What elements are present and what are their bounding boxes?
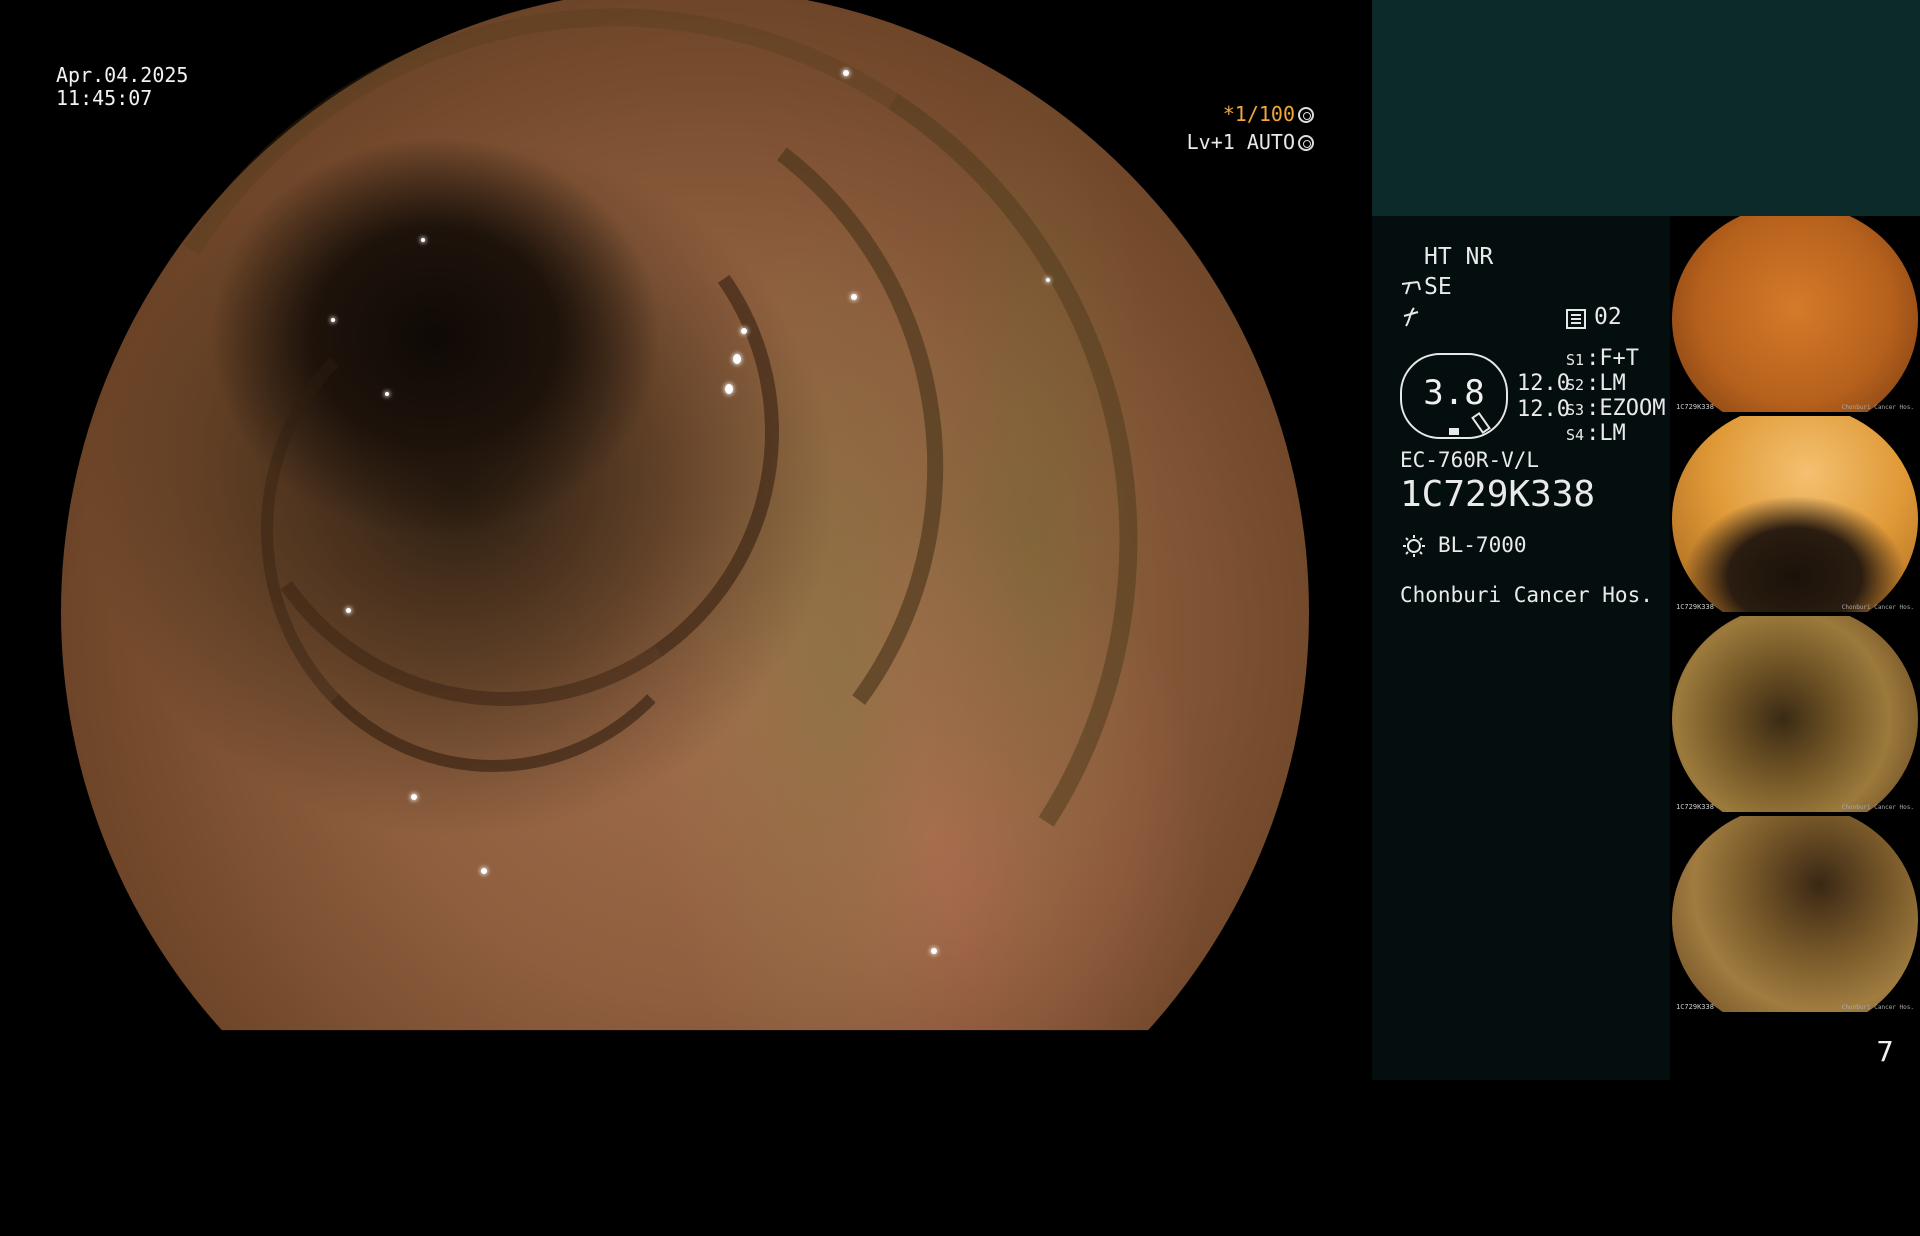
switch-key: S2 xyxy=(1566,376,1585,394)
mucosal-fold xyxy=(261,288,725,772)
thumbnail-4[interactable]: 1C729K338 Chonburi Cancer Hos. xyxy=(1670,816,1920,1012)
hospital-name: Chonburi Cancer Hos. xyxy=(1400,583,1653,607)
thumbnail-caption-right: Chonburi Cancer Hos. xyxy=(1841,804,1914,811)
switch-value: LM xyxy=(1599,421,1626,446)
specular-highlight xyxy=(481,868,487,874)
specular-highlight xyxy=(733,354,741,364)
shutter-icon xyxy=(1298,107,1314,123)
endoscope-view-pane: Apr.04.2025 11:45:07 *1/100 Lv+1 AUTO xyxy=(0,0,1372,1080)
switch-row-4: S4:LM xyxy=(1566,421,1626,446)
specular-highlight xyxy=(411,794,417,800)
right-top-panel xyxy=(1372,0,1920,216)
frequency-icon xyxy=(1403,307,1419,327)
memory-code: 02 xyxy=(1594,304,1622,330)
switch-key: S3 xyxy=(1566,401,1585,419)
shutter-speed: *1/100 xyxy=(1222,102,1295,126)
thumbnail-image xyxy=(1672,216,1918,412)
thumbnail-strip: 1C729K338 Chonburi Cancer Hos. 1C729K338… xyxy=(1670,216,1920,1080)
thumbnail-caption-right: Chonburi Cancer Hos. xyxy=(1841,404,1914,411)
specular-highlight xyxy=(741,328,747,334)
thumbnail-caption: 1C729K338 xyxy=(1676,603,1714,611)
switch-value: LM xyxy=(1599,371,1626,396)
shutter-row: *1/100 xyxy=(1187,100,1314,128)
page-number: 7 xyxy=(1876,1035,1894,1068)
gauge-value: 3.8 xyxy=(1423,373,1485,413)
specular-highlight xyxy=(331,318,335,322)
gauge-readout-2: 12.0 xyxy=(1517,397,1570,422)
memory-icon xyxy=(1566,309,1586,329)
gauge-marker xyxy=(1449,428,1459,435)
switch-key: S4 xyxy=(1566,426,1585,444)
scope-model: EC-760R-V/L xyxy=(1400,448,1540,472)
mode-value: AUTO xyxy=(1246,130,1295,154)
thumbnail-2[interactable]: 1C729K338 Chonburi Cancer Hos. xyxy=(1670,416,1920,612)
date-label: Apr.04.2025 xyxy=(56,63,189,87)
specular-highlight xyxy=(346,608,351,613)
brightness-gauge: 3.8 xyxy=(1400,353,1508,439)
switch-value: F+T xyxy=(1599,346,1640,371)
light-source-icon xyxy=(1403,535,1425,557)
exposure-readout: *1/100 Lv+1 AUTO xyxy=(1187,100,1314,156)
scope-icon xyxy=(1401,281,1421,295)
level-row: Lv+1 AUTO xyxy=(1187,128,1314,156)
switch-row-3: S3:EZOOM xyxy=(1566,396,1666,421)
thumbnail-caption: 1C729K338 xyxy=(1676,803,1714,811)
pen-icon xyxy=(1471,411,1491,435)
light-source-model: BL-7000 xyxy=(1438,533,1527,557)
specular-highlight xyxy=(843,70,849,76)
time-label: 11:45:07 xyxy=(56,86,153,110)
thumbnail-image xyxy=(1672,616,1918,812)
switch-row-2: S2:LM xyxy=(1566,371,1626,396)
thumbnail-caption: 1C729K338 xyxy=(1676,1003,1714,1011)
switch-key: S1 xyxy=(1566,351,1585,369)
specular-highlight xyxy=(421,238,425,242)
gauge-readout-1: 12.0 xyxy=(1517,371,1570,396)
specular-highlight xyxy=(385,392,389,396)
endoscopic-image xyxy=(61,0,1309,1031)
thumbnail-1[interactable]: 1C729K338 Chonburi Cancer Hos. xyxy=(1670,216,1920,412)
switch-value: EZOOM xyxy=(1599,396,1666,421)
thumbnail-caption-right: Chonburi Cancer Hos. xyxy=(1841,604,1914,611)
specular-highlight xyxy=(931,948,937,954)
scope-serial: 1C729K338 xyxy=(1400,474,1596,515)
level-value: Lv+1 xyxy=(1186,130,1235,154)
thumbnail-3[interactable]: 1C729K338 Chonburi Cancer Hos. xyxy=(1670,616,1920,812)
thumbnail-image xyxy=(1672,416,1918,612)
se-label: SE xyxy=(1424,274,1452,300)
thumbnail-caption: 1C729K338 xyxy=(1676,403,1714,411)
specular-highlight xyxy=(1046,278,1050,282)
thumbnail-caption-right: Chonburi Cancer Hos. xyxy=(1841,1004,1914,1011)
specular-highlight xyxy=(725,384,733,394)
modes-label: HT NR xyxy=(1424,244,1494,270)
date-time-stamp: Apr.04.2025 11:45:07 xyxy=(56,64,188,110)
switch-row-1: S1:F+T xyxy=(1566,346,1640,371)
thumbnail-image xyxy=(1672,816,1918,1012)
auto-icon xyxy=(1298,135,1314,151)
specular-highlight xyxy=(851,294,857,300)
